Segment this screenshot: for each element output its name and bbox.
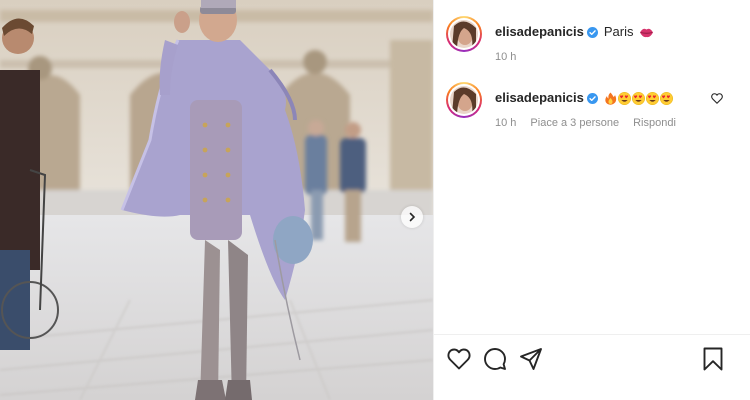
lips-emoji-icon <box>639 28 653 37</box>
comment-likes-link[interactable]: Piace a 3 persone <box>530 117 619 129</box>
verified-badge-icon <box>586 92 598 104</box>
avatar[interactable] <box>446 16 482 52</box>
comment-bubble-icon <box>484 348 506 370</box>
caption-time: 10 h <box>495 51 517 63</box>
post-photo[interactable] <box>0 0 433 400</box>
next-photo-button[interactable] <box>401 206 423 228</box>
comment-time: 10 h <box>495 117 517 129</box>
caption-username[interactable]: elisadepanicis <box>495 23 584 41</box>
save-button[interactable] <box>700 346 726 372</box>
heart-eyes-emoji-icon <box>631 91 645 105</box>
comment-like-heart-icon[interactable] <box>711 93 723 104</box>
paper-plane-icon <box>520 348 542 370</box>
post-details: elisadepanicis Paris 10 h elisadepanicis… <box>433 0 750 400</box>
photo-woman-paris <box>0 0 433 400</box>
profile-photo <box>450 86 478 114</box>
profile-photo <box>450 20 478 48</box>
instagram-post: elisadepanicis Paris 10 h elisadepanicis… <box>0 0 750 400</box>
action-bar <box>434 346 750 374</box>
avatar[interactable] <box>446 82 482 118</box>
reply-button[interactable]: Rispondi <box>633 117 676 129</box>
fire-emoji-icon <box>605 92 617 105</box>
like-button[interactable] <box>446 346 472 372</box>
heart-eyes-emoji-icon <box>645 91 659 105</box>
comment-username[interactable]: elisadepanicis <box>495 89 584 107</box>
bookmark-icon <box>703 347 723 371</box>
heart-icon <box>447 348 471 370</box>
verified-badge-icon <box>586 26 598 38</box>
comment-button[interactable] <box>482 346 508 372</box>
divider <box>434 334 750 335</box>
heart-eyes-emoji-icon <box>617 91 631 105</box>
comment-emojis <box>604 91 673 105</box>
share-button[interactable] <box>518 346 544 372</box>
chevron-right-icon <box>409 212 416 222</box>
heart-eyes-emoji-icon <box>659 91 673 105</box>
caption-text: Paris <box>603 24 634 39</box>
